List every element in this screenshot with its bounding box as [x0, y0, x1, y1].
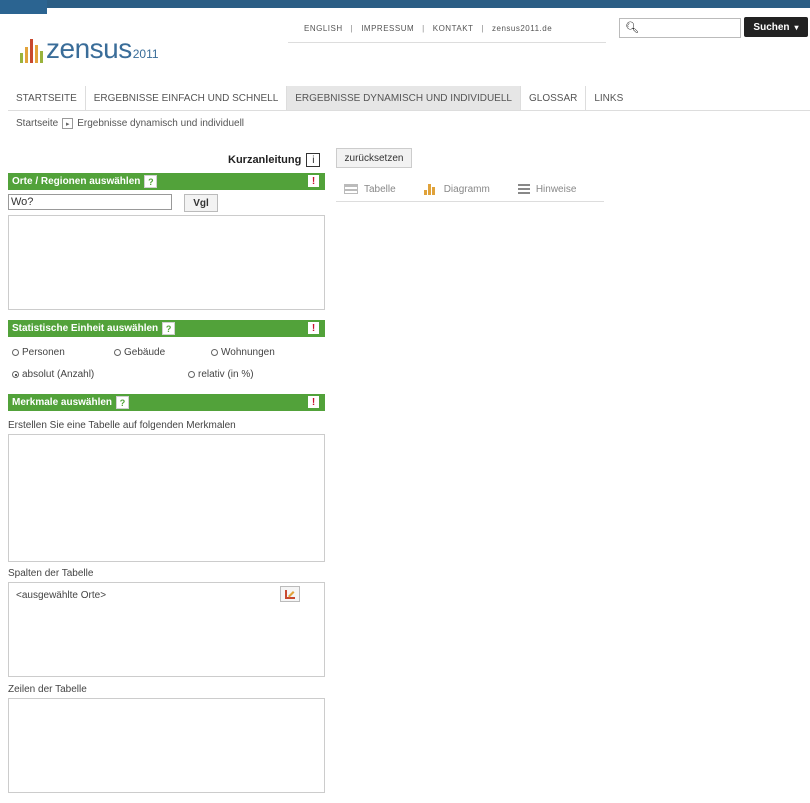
topnav-english[interactable]: ENGLISH: [304, 24, 343, 33]
zeilen-box[interactable]: [8, 698, 325, 793]
breadcrumb-arrow-icon: ▸: [62, 118, 74, 129]
search-input[interactable]: 🔍︎: [619, 18, 741, 38]
topnav-kontakt[interactable]: KONTAKT: [433, 24, 474, 33]
radio-circle: [188, 371, 195, 378]
main-nav: STARTSEITE ERGEBNISSE EINFACH UND SCHNEL…: [8, 86, 810, 111]
radio-circle: [114, 349, 121, 356]
orte-list-box[interactable]: [8, 215, 325, 310]
merkmale-hint: Erstellen Sie eine Tabelle auf folgenden…: [8, 420, 236, 431]
breadcrumb: Startseite ▸ Ergebnisse dynamisch und in…: [16, 118, 244, 129]
tab-startseite[interactable]: STARTSEITE: [8, 86, 86, 110]
kurzanleitung-link[interactable]: Kurzanleitung i: [228, 153, 321, 167]
zensus-logo[interactable]: zensus 2011: [20, 31, 159, 63]
edit-icon[interactable]: [280, 586, 300, 602]
table-icon: [344, 184, 358, 194]
tab-diagramm[interactable]: Diagramm: [423, 183, 490, 195]
warning-icon: !: [308, 175, 319, 187]
warning-icon: !: [308, 396, 319, 408]
tab-links[interactable]: LINKS: [586, 86, 631, 110]
merkmale-list-box[interactable]: [8, 434, 325, 562]
orte-search-input[interactable]: Wo?: [8, 194, 172, 210]
radio-absolut[interactable]: absolut (Anzahl): [12, 369, 94, 380]
topnav-separator: |: [422, 23, 425, 33]
radio-circle: [211, 349, 218, 356]
tab-hinweise[interactable]: Hinweise: [517, 183, 577, 195]
einheit-section-header: Statistische Einheit auswählen ? !: [8, 320, 325, 337]
orte-section-title: Orte / Regionen auswählen: [12, 176, 141, 187]
tab-ergebnisse-dynamisch[interactable]: ERGEBNISSE DYNAMISCH UND INDIVIDUELL: [287, 86, 521, 110]
search-icon: 🔍︎: [625, 22, 639, 34]
top-accent-bar: [0, 0, 810, 8]
top-accent-tab: [0, 0, 47, 14]
radio-label: Personen: [22, 347, 65, 358]
topnav-zensus-site[interactable]: zensus2011.de: [492, 24, 552, 33]
tab-diagramm-label: Diagramm: [443, 183, 490, 195]
topnav-separator: |: [350, 23, 354, 33]
spalten-label: Spalten der Tabelle: [8, 568, 94, 579]
top-nav: ENGLISH | IMPRESSUM | KONTAKT | zensus20…: [288, 14, 606, 43]
search-button[interactable]: Suchen ▾: [744, 17, 808, 37]
logo-text: zensus: [46, 33, 132, 64]
tab-ergebnisse-einfach[interactable]: ERGEBNISSE EINFACH UND SCHNELL: [86, 86, 288, 110]
merkmale-section-title: Merkmale auswählen: [12, 397, 113, 408]
spalten-value: <ausgewählte Orte>: [16, 590, 107, 601]
radio-label: relativ (in %): [198, 369, 254, 380]
search-button-label: Suchen: [753, 21, 790, 33]
radio-circle-selected: [12, 371, 19, 378]
radio-circle: [12, 349, 19, 356]
radio-label: Gebäude: [124, 347, 166, 358]
chevron-down-icon: ▾: [794, 22, 799, 32]
edit-icon-glyph: [285, 589, 295, 599]
topnav-impressum[interactable]: IMPRESSUM: [361, 24, 414, 33]
radio-label: Wohnungen: [221, 347, 275, 358]
bar-chart-icon: [423, 183, 438, 195]
info-icon: i: [306, 153, 321, 167]
breadcrumb-home[interactable]: Startseite: [16, 118, 58, 129]
radio-wohnungen[interactable]: Wohnungen: [211, 347, 275, 358]
help-icon[interactable]: ?: [144, 175, 158, 188]
radio-personen[interactable]: Personen: [12, 347, 65, 358]
logo-bars-icon: [20, 37, 43, 63]
orte-section-header: Orte / Regionen auswählen ? !: [8, 173, 325, 190]
vgl-button[interactable]: Vgl: [184, 194, 218, 212]
help-icon[interactable]: ?: [116, 396, 130, 409]
tab-hinweise-label: Hinweise: [535, 183, 577, 195]
radio-gebaeude[interactable]: Gebäude: [114, 347, 165, 358]
merkmale-section-header: Merkmale auswählen ? !: [8, 394, 325, 411]
topnav-separator: |: [481, 23, 484, 33]
tab-tabelle[interactable]: Tabelle: [344, 184, 396, 195]
radio-label: absolut (Anzahl): [22, 369, 95, 380]
list-icon: [517, 184, 530, 194]
logo-year: 2011: [132, 47, 159, 61]
result-tabs: Tabelle Diagramm Hinweise: [336, 177, 604, 202]
warning-icon: !: [308, 322, 319, 334]
kurzanleitung-label: Kurzanleitung: [228, 154, 302, 166]
breadcrumb-current: Ergebnisse dynamisch und individuell: [77, 118, 245, 129]
help-icon[interactable]: ?: [162, 322, 176, 335]
zeilen-label: Zeilen der Tabelle: [8, 684, 87, 695]
radio-relativ[interactable]: relativ (in %): [188, 369, 254, 380]
tab-tabelle-label: Tabelle: [364, 183, 396, 195]
reset-button[interactable]: zurücksetzen: [336, 148, 412, 168]
tab-glossar[interactable]: GLOSSAR: [521, 86, 587, 110]
einheit-section-title: Statistische Einheit auswählen: [12, 323, 159, 334]
